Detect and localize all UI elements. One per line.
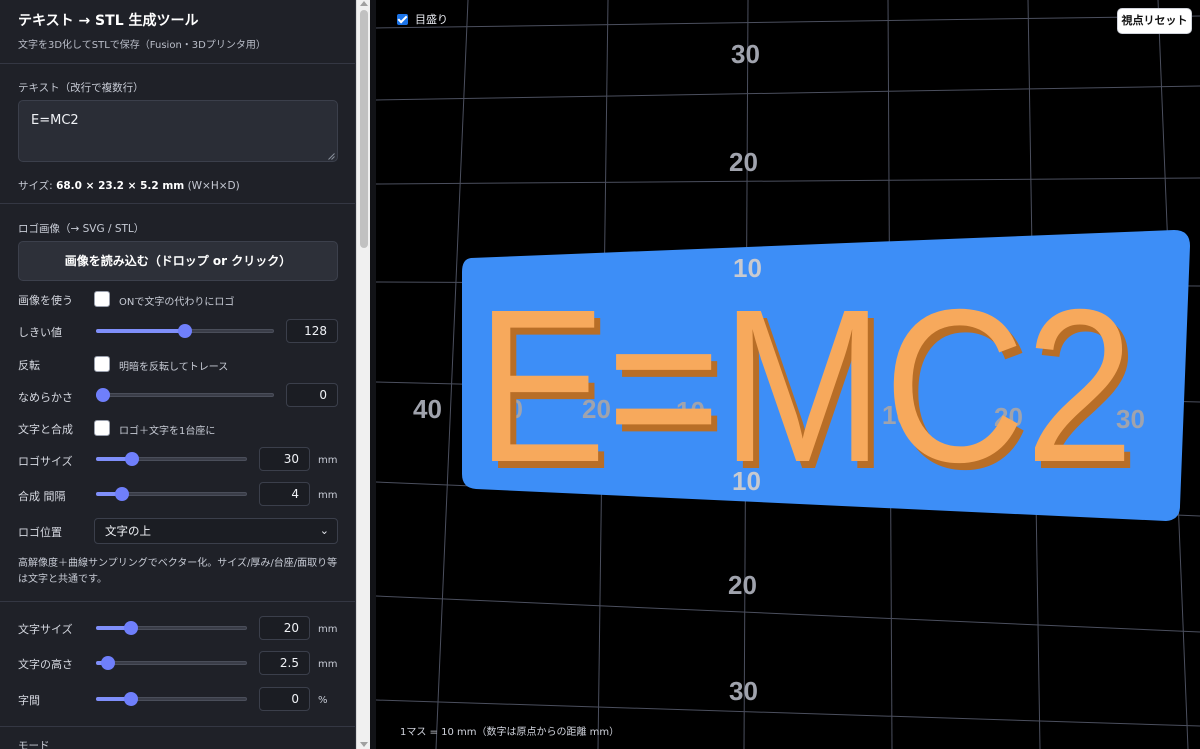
- unit-label: mm: [318, 490, 338, 501]
- grid-scale-note: 1マス = 10 mm（数字は原点からの距離 mm）: [400, 727, 620, 738]
- control-panel: テキスト → STL 生成ツール 文字を3D化してSTLで保存（Fusion・3…: [0, 0, 356, 749]
- use-image-hint: ONで文字の代わりにロゴ: [119, 297, 235, 308]
- divider: [0, 726, 355, 727]
- slider-knob[interactable]: [123, 621, 138, 635]
- text-height-label: 文字の高さ: [18, 658, 73, 671]
- text-input[interactable]: [18, 100, 338, 162]
- grid-toggle[interactable]: 目盛り: [397, 11, 448, 27]
- scroll-up-icon[interactable]: [360, 1, 368, 6]
- smoothness-label: なめらかさ: [18, 391, 73, 404]
- slider-knob[interactable]: [101, 656, 116, 670]
- divider: [0, 63, 355, 64]
- unit-label: %: [318, 695, 328, 706]
- slider-knob[interactable]: [123, 692, 138, 706]
- 3d-viewport[interactable]: 30 20 10 40 30 20 10 0 10 20 30 10 20 30…: [376, 0, 1200, 749]
- unit-label: mm: [318, 659, 338, 670]
- text-input-label: テキスト（改行で複数行）: [18, 82, 144, 94]
- grid-checkbox[interactable]: [397, 13, 408, 25]
- use-image-checkbox[interactable]: [94, 291, 110, 307]
- scrollbar-thumb[interactable]: [360, 10, 368, 248]
- axis-label-y-up-20: 20: [729, 147, 758, 177]
- use-image-label: 画像を使う: [18, 294, 73, 307]
- size-readout: サイズ: 68.0 × 23.2 × 5.2 mm (W×H×D): [18, 180, 240, 192]
- slider-knob[interactable]: [96, 388, 110, 402]
- spacing-slider[interactable]: [96, 692, 247, 706]
- logo-size-slider[interactable]: [96, 452, 247, 466]
- invert-hint: 明暗を反転してトレース: [119, 362, 229, 373]
- text-front-face: E=MC2: [476, 265, 1134, 508]
- invert-checkbox[interactable]: [94, 356, 110, 372]
- font-size-slider[interactable]: [96, 621, 247, 635]
- slider-knob[interactable]: [125, 452, 140, 466]
- divider: [0, 601, 355, 602]
- panel-header: テキスト → STL 生成ツール 文字を3D化してSTLで保存（Fusion・3…: [18, 10, 266, 51]
- axis-label-x-40: 40: [413, 394, 442, 424]
- text-height-slider[interactable]: [96, 656, 247, 670]
- axis-label-y-down-20: 20: [728, 570, 757, 600]
- spacing-input[interactable]: 0: [259, 687, 310, 711]
- logo-section-label: ロゴ画像（→ SVG / STL）: [18, 223, 145, 235]
- axis-label-y-up-30: 30: [731, 39, 760, 69]
- text-height-input[interactable]: 2.5: [259, 651, 310, 675]
- logo-position-select[interactable]: 文字の上 ⌄: [94, 518, 338, 544]
- logo-position-label: ロゴ位置: [18, 526, 62, 539]
- mode-section-label: モード: [18, 740, 50, 749]
- combine-gap-input[interactable]: 4: [259, 482, 310, 506]
- reset-view-button[interactable]: 視点リセット: [1117, 8, 1192, 34]
- panel-scrollbar[interactable]: [356, 0, 370, 749]
- slider-knob[interactable]: [114, 487, 129, 501]
- smoothness-slider[interactable]: [96, 388, 274, 402]
- extruded-text: E=MC2 E=MC2: [476, 265, 1140, 515]
- combine-hint: ロゴ＋文字を1台座に: [119, 426, 216, 437]
- page-subtitle: 文字を3D化してSTLで保存（Fusion・3Dプリンタ用）: [18, 40, 266, 51]
- smoothness-input[interactable]: 0: [286, 383, 338, 407]
- logo-size-label: ロゴサイズ: [18, 455, 73, 468]
- combine-label: 文字と合成: [18, 423, 73, 436]
- chevron-down-icon: ⌄: [319, 524, 329, 537]
- combine-gap-slider[interactable]: [96, 487, 247, 501]
- unit-label: mm: [318, 455, 338, 466]
- combine-checkbox[interactable]: [94, 420, 110, 436]
- scroll-down-icon[interactable]: [360, 742, 368, 747]
- threshold-input[interactable]: 128: [286, 319, 338, 343]
- axis-label-y-down-30: 30: [729, 676, 758, 706]
- slider-knob[interactable]: [178, 324, 192, 338]
- spacing-label: 字間: [18, 694, 40, 707]
- page-title: テキスト → STL 生成ツール: [18, 13, 199, 29]
- font-size-label: 文字サイズ: [18, 623, 73, 636]
- invert-label: 反転: [18, 359, 40, 372]
- logo-size-input[interactable]: 30: [259, 447, 310, 471]
- grid-toggle-label: 目盛り: [415, 13, 448, 26]
- combine-gap-label: 合成 間隔: [18, 490, 66, 503]
- load-image-button[interactable]: 画像を読み込む（ドロップ or クリック）: [18, 241, 338, 281]
- scene-canvas[interactable]: 30 20 10 40 30 20 10 0 10 20 30 10 20 30…: [376, 0, 1200, 749]
- divider: [0, 203, 355, 204]
- threshold-label: しきい値: [18, 326, 62, 339]
- vectorize-note: 高解像度＋曲線サンプリングでベクター化。サイズ/厚み/台座/面取り等は文字と共通…: [18, 558, 338, 585]
- unit-label: mm: [318, 624, 338, 635]
- font-size-input[interactable]: 20: [259, 616, 310, 640]
- threshold-slider[interactable]: [96, 324, 274, 338]
